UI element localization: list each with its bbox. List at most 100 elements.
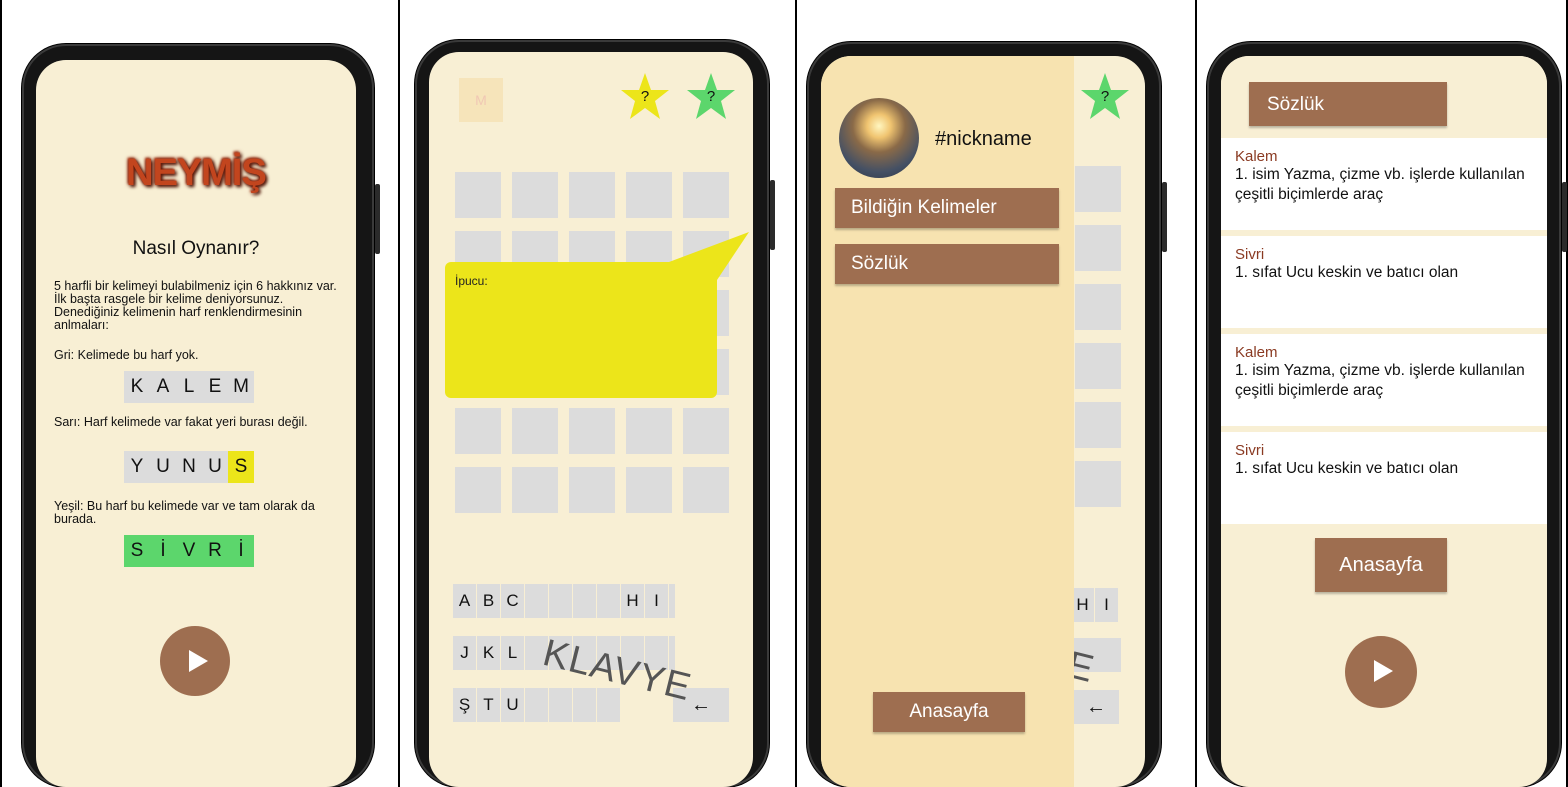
grid-cell — [626, 467, 672, 513]
key[interactable]: U — [501, 688, 524, 722]
key[interactable]: C — [501, 584, 524, 618]
letter-tile: İ — [160, 540, 166, 561]
grid-cell — [455, 408, 501, 454]
grid-cell — [626, 408, 672, 454]
screen-drawer: ? H I E ← #nickname Bildiğin Kelimeler S… — [821, 56, 1145, 787]
key[interactable]: K — [477, 636, 500, 670]
phone-dictionary: Sözlük Kalem 1. isim Yazma, çizme vb. iş… — [1207, 42, 1567, 787]
letter-tile: U — [150, 451, 176, 483]
grid-cell — [626, 172, 672, 218]
hint-star-green[interactable]: ? — [685, 72, 737, 122]
side-drawer: #nickname Bildiğin Kelimeler Sözlük Anas… — [821, 56, 1074, 787]
dictionary-entry[interactable]: Sivri 1. sıfat Ucu keskin ve batıcı olan — [1221, 432, 1547, 524]
screen-game: M ? ? İpucu: A B C H I J K L Ş T U ← KLA… — [429, 52, 753, 787]
home-button[interactable]: Anasayfa — [1315, 538, 1447, 592]
key[interactable] — [525, 584, 548, 618]
nickname-label: #nickname — [935, 128, 1032, 150]
letter-tile: E — [208, 376, 222, 397]
how-to-play-title: Nasıl Oynanır? — [132, 238, 260, 259]
star-question-label: ? — [640, 88, 650, 105]
play-button[interactable] — [1345, 636, 1417, 708]
known-words-button[interactable]: Bildiğin Kelimeler — [835, 188, 1059, 228]
key[interactable] — [525, 688, 548, 722]
green-rule-text: Yeşil: Bu harf bu kelimede var ve tam ol… — [54, 499, 315, 526]
key[interactable] — [573, 584, 596, 618]
keyboard-row-1: A B C H I — [453, 584, 675, 618]
screen-dictionary: Sözlük Kalem 1. isim Yazma, çizme vb. iş… — [1221, 56, 1547, 787]
entry-definition: 1. isim Yazma, çizme vb. işlerde kullanı… — [1235, 166, 1525, 203]
key[interactable]: I — [645, 584, 668, 618]
key[interactable] — [573, 688, 596, 722]
hint-label: İpucu: — [455, 274, 488, 288]
grid-cell — [569, 467, 615, 513]
dictionary-entry[interactable]: Kalem 1. isim Yazma, çizme vb. işlerde k… — [1221, 334, 1547, 426]
key[interactable] — [669, 584, 675, 618]
key[interactable]: Ş — [453, 688, 476, 722]
dictionary-entry[interactable]: Kalem 1. isim Yazma, çizme vb. işlerde k… — [1221, 138, 1547, 230]
grid-cell — [1075, 166, 1121, 212]
key[interactable] — [549, 688, 572, 722]
backspace-key[interactable]: ← — [1073, 690, 1119, 724]
entry-definition: 1. isim Yazma, çizme vb. işlerde kullanı… — [1235, 362, 1525, 399]
entry-definition: 1. sıfat Ucu keskin ve batıcı olan — [1235, 264, 1459, 281]
grid-cell — [569, 172, 615, 218]
yellow-example-word: Y U N U S — [124, 451, 254, 483]
gray-example-word: K A L E M — [124, 371, 254, 403]
letter-tile: U — [202, 451, 228, 483]
hint-star-yellow[interactable]: ? — [619, 72, 671, 122]
grid-cell — [1075, 402, 1121, 448]
key[interactable]: J — [453, 636, 476, 670]
play-button[interactable] — [160, 626, 230, 696]
gray-rule-text: Gri: Kelimede bu harf yok. — [54, 348, 199, 362]
menu-button[interactable]: M — [459, 78, 503, 122]
grid-cell — [683, 467, 729, 513]
dictionary-entry[interactable]: Sivri 1. sıfat Ucu keskin ve batıcı olan — [1221, 236, 1547, 328]
grid-cell — [455, 172, 501, 218]
grid-cell — [683, 172, 729, 218]
entry-word: Kalem — [1235, 344, 1278, 361]
key[interactable]: H — [1071, 588, 1094, 622]
screen-how-to-play: NEYMİŞ Nasıl Oynanır? 5 harfli bir kelim… — [36, 60, 356, 787]
grid-cell — [1075, 284, 1121, 330]
key[interactable]: L — [501, 636, 524, 670]
letter-tile: V — [182, 540, 196, 561]
grid-cell — [1075, 343, 1121, 389]
phone-drawer: ? H I E ← #nickname Bildiğin Kelimeler S… — [807, 42, 1167, 787]
app-logo: NEYMİŞ — [126, 152, 267, 194]
yellow-rule-text: Sarı: Harf kelimede var fakat yeri buras… — [54, 415, 308, 429]
key[interactable] — [597, 584, 620, 618]
grid-cell — [512, 467, 558, 513]
keyboard-peek-row-1: H I — [1071, 588, 1118, 622]
home-button[interactable]: Anasayfa — [873, 692, 1025, 732]
grid-cell — [1075, 225, 1121, 271]
grid-cell — [455, 467, 501, 513]
phone-game: M ? ? İpucu: A B C H I J K L Ş T U ← KLA… — [415, 40, 775, 787]
letter-tile-yellow: S — [228, 451, 254, 483]
intro-text: 5 harfli bir kelimeyi bulabilmeniz için … — [54, 279, 337, 332]
dictionary-button[interactable]: Sözlük — [835, 244, 1059, 284]
letter-tile: R — [208, 540, 222, 561]
keyboard-row-3: Ş T U — [453, 688, 620, 722]
backspace-row: ← — [1073, 690, 1119, 724]
avatar[interactable] — [839, 98, 919, 178]
letter-tile: A — [156, 376, 170, 397]
grid-cell — [1075, 461, 1121, 507]
grid-cell — [683, 408, 729, 454]
green-example-word: S İ V R İ — [124, 535, 254, 567]
key[interactable]: T — [477, 688, 500, 722]
entry-definition: 1. sıfat Ucu keskin ve batıcı olan — [1235, 460, 1459, 477]
key[interactable] — [549, 584, 572, 618]
hint-star-green[interactable]: ? — [1079, 72, 1131, 122]
letter-tile: K — [130, 376, 144, 397]
letter-tile: Y — [124, 451, 150, 483]
key[interactable]: B — [477, 584, 500, 618]
star-question-label: ? — [706, 88, 716, 105]
grid-cell — [512, 408, 558, 454]
letter-tile: İ — [238, 540, 244, 561]
star-question-label: ? — [1100, 88, 1110, 105]
key[interactable]: I — [1095, 588, 1118, 622]
grid-cell — [569, 408, 615, 454]
key[interactable]: H — [621, 584, 644, 618]
phone-how-to-play: NEYMİŞ Nasıl Oynanır? 5 harfli bir kelim… — [22, 44, 380, 787]
key[interactable]: A — [453, 584, 476, 618]
